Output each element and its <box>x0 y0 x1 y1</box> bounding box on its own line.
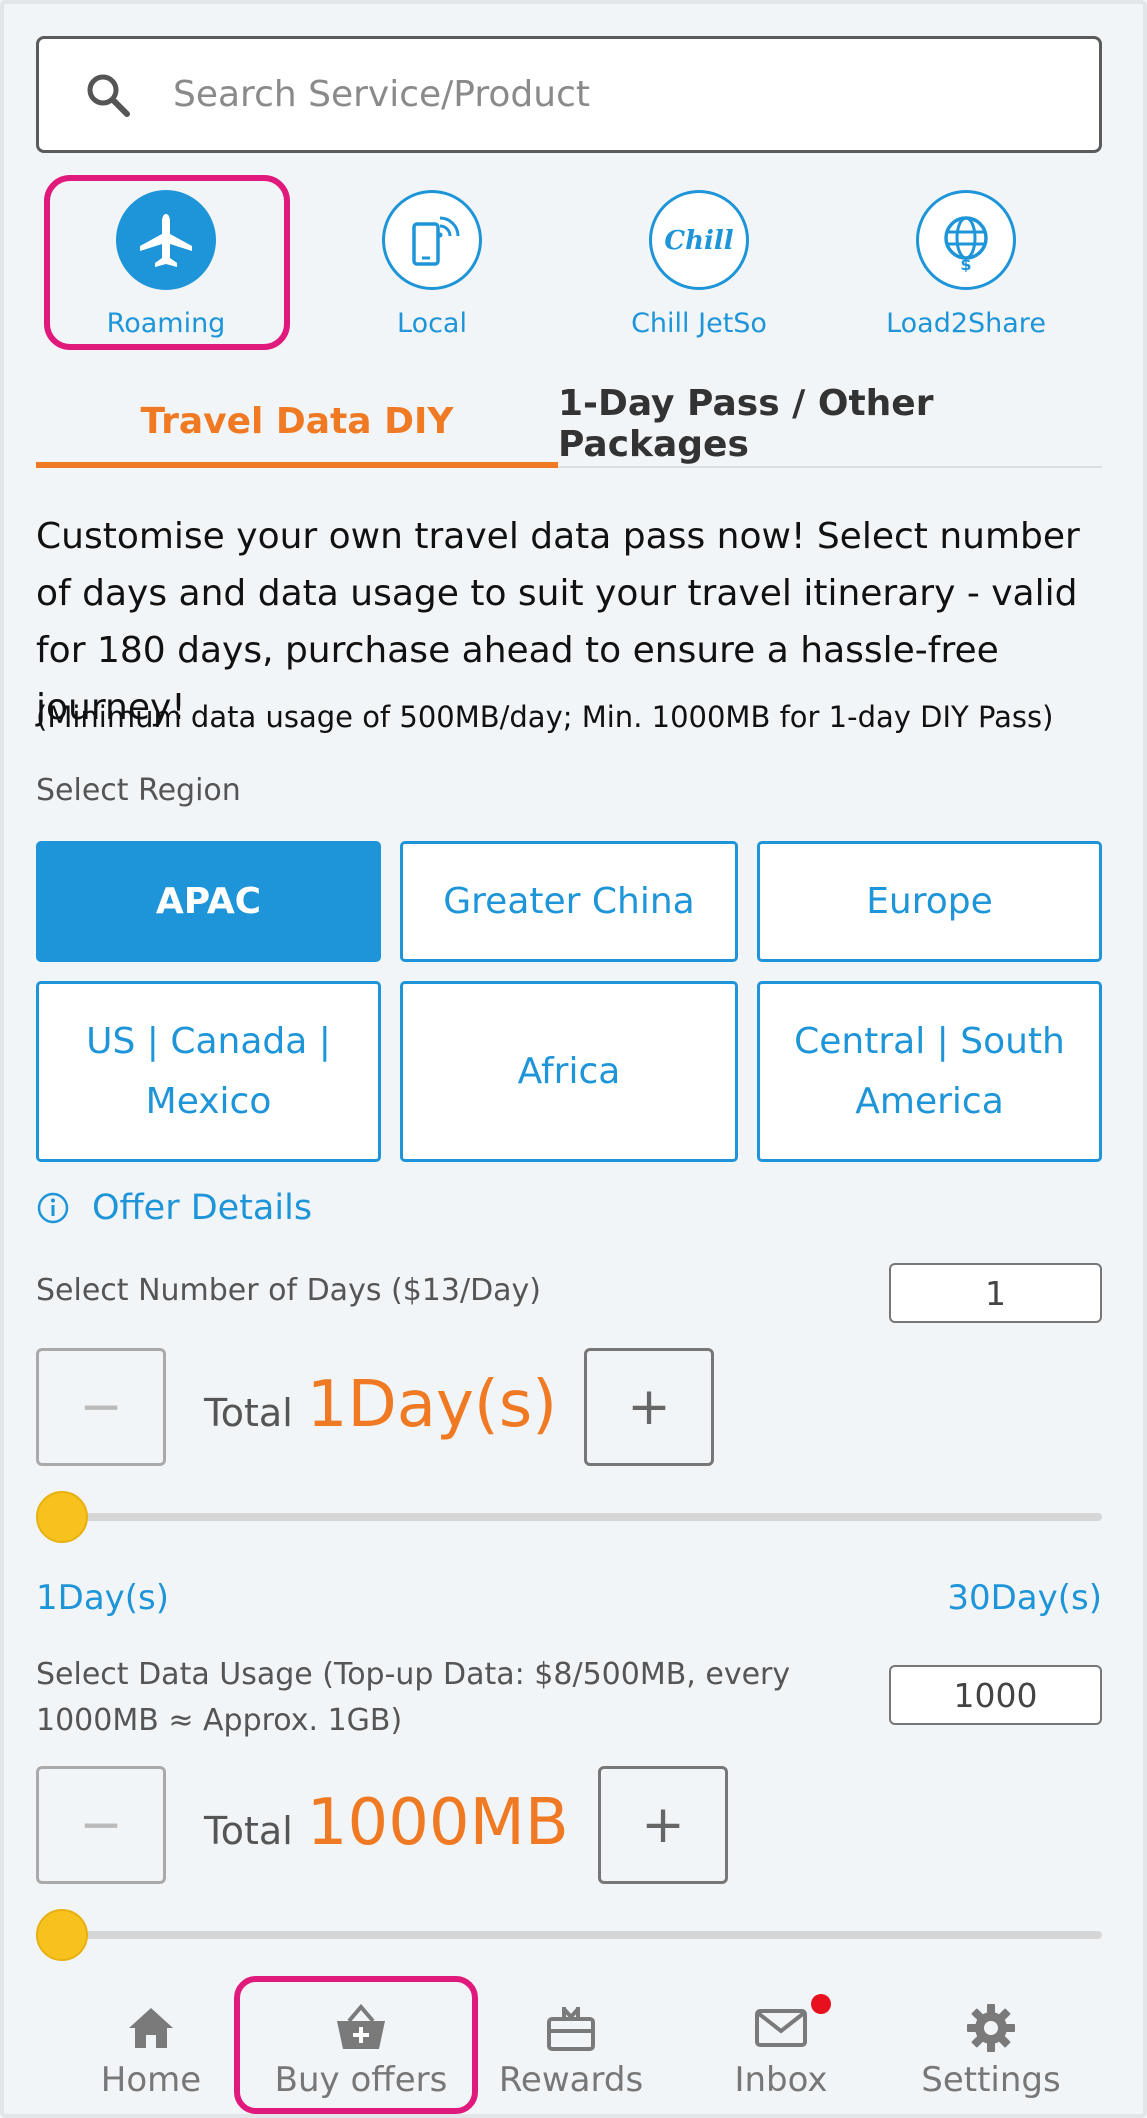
tab-1-day-pass[interactable]: 1-Day Pass / Other Packages <box>558 380 1102 468</box>
svg-text:$: $ <box>960 255 971 272</box>
globe-dollar-icon: $ <box>916 190 1016 290</box>
phone-signal-icon <box>382 190 482 290</box>
category-label: Chill JetSo <box>631 308 767 339</box>
search-icon <box>87 74 130 117</box>
data-usage-label: Select Data Usage (Top-up Data: $8/500MB… <box>36 1657 791 1738</box>
bottom-nav: Home Buy offers Rewards Inbox Settings <box>36 1976 1102 2115</box>
buy-offers-highlight-box <box>234 1976 478 2114</box>
days-increment-button[interactable]: + <box>584 1348 714 1466</box>
category-chill-jetso[interactable]: Chill Chill JetSo <box>569 175 829 345</box>
days-slider-thumb[interactable] <box>36 1491 88 1543</box>
region-greater-china[interactable]: Greater China <box>400 841 738 962</box>
roaming-highlight-box <box>44 175 290 350</box>
data-decrement-button[interactable]: − <box>36 1766 166 1884</box>
nav-settings[interactable]: Settings <box>891 1990 1091 2115</box>
category-label: Load2Share <box>886 308 1046 339</box>
category-label: Local <box>397 308 467 339</box>
data-slider-thumb[interactable] <box>36 1909 88 1961</box>
category-local[interactable]: Local <box>302 175 562 345</box>
nav-inbox[interactable]: Inbox <box>681 1990 881 2115</box>
gear-icon <box>965 2002 1017 2054</box>
days-total-value: 1Day(s) <box>306 1368 558 1442</box>
data-total-label: Total <box>204 1809 293 1853</box>
offer-details-label: Offer Details <box>92 1188 313 1228</box>
region-central-south-america[interactable]: Central | South America <box>757 981 1102 1162</box>
nav-home[interactable]: Home <box>51 1990 251 2115</box>
days-value-field[interactable]: 1 <box>889 1263 1102 1323</box>
inbox-unread-badge <box>811 1994 831 2014</box>
region-africa[interactable]: Africa <box>400 981 738 1162</box>
nav-rewards[interactable]: Rewards <box>471 1990 671 2115</box>
nav-label: Rewards <box>498 2060 644 2100</box>
category-bar: Roaming Local Chill Chill JetSo $ Load2S… <box>36 175 1102 350</box>
home-icon <box>126 2002 176 2054</box>
nav-label: Inbox <box>734 2060 828 2100</box>
minimum-note: (Minimum data usage of 500MB/day; Min. 1… <box>36 700 1054 734</box>
days-total-label: Total <box>204 1391 293 1435</box>
data-value-field[interactable]: 1000 <box>889 1665 1102 1725</box>
nav-label: Home <box>100 2060 202 2100</box>
data-total: Total 1000MB <box>204 1786 569 1860</box>
search-input[interactable] <box>173 74 993 115</box>
days-slider-track[interactable] <box>60 1513 1102 1521</box>
days-min-label: 1Day(s) <box>36 1578 170 1618</box>
tab-travel-data-diy[interactable]: Travel Data DIY <box>36 380 558 468</box>
nav-label: Settings <box>921 2060 1061 2100</box>
data-total-value: 1000MB <box>306 1786 569 1860</box>
days-decrement-button[interactable]: − <box>36 1348 166 1466</box>
search-bar[interactable] <box>36 36 1102 153</box>
data-slider-track[interactable] <box>60 1931 1102 1939</box>
mail-icon <box>753 2002 809 2054</box>
days-label: Select Number of Days ($13/Day) <box>36 1273 542 1308</box>
gift-icon <box>544 2002 598 2054</box>
days-total: Total 1Day(s) <box>204 1368 557 1442</box>
region-us-canada-mexico[interactable]: US | Canada | Mexico <box>36 981 381 1162</box>
data-increment-button[interactable]: + <box>598 1766 728 1884</box>
days-max-label: 30Day(s) <box>947 1578 1102 1618</box>
tab-bar: Travel Data DIY 1-Day Pass / Other Packa… <box>36 380 1102 468</box>
offer-details-link[interactable]: Offer Details <box>36 1188 312 1228</box>
info-icon <box>37 1192 69 1224</box>
svg-text:Chill: Chill <box>664 226 733 256</box>
chill-logo-icon: Chill <box>649 190 749 290</box>
category-load2share[interactable]: $ Load2Share <box>836 175 1096 345</box>
select-region-label: Select Region <box>36 773 241 808</box>
region-apac[interactable]: APAC <box>36 841 381 962</box>
region-europe[interactable]: Europe <box>757 841 1102 962</box>
